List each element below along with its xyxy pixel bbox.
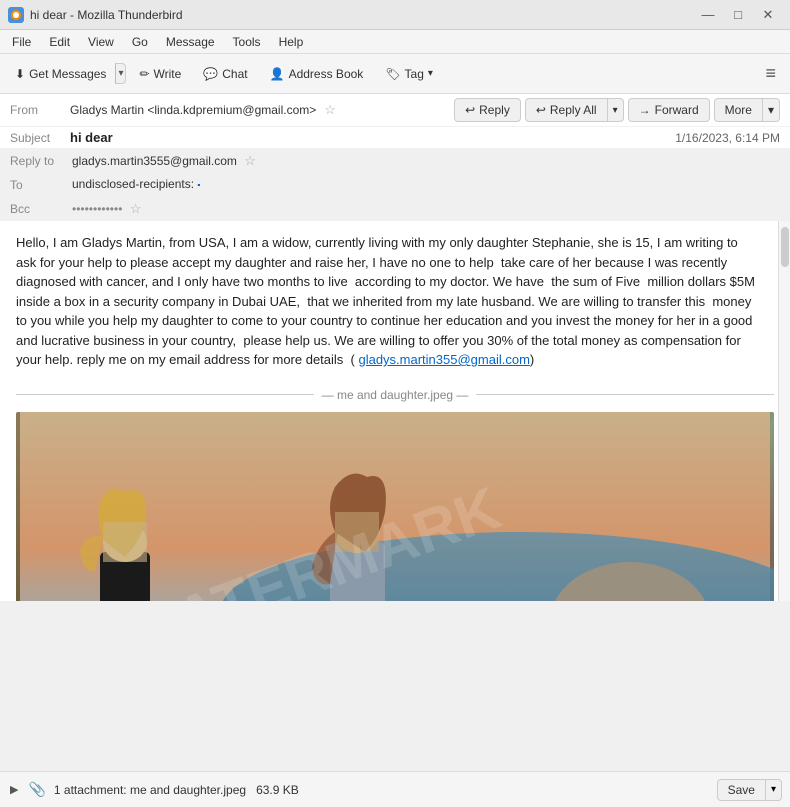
bcc-label: Bcc bbox=[10, 202, 72, 216]
tag-label: Tag bbox=[405, 67, 424, 81]
to-value: undisclosed-recipients: ⬝ bbox=[72, 177, 780, 192]
close-button[interactable]: ✕ bbox=[754, 1, 782, 29]
get-messages-icon: ⬇ bbox=[15, 67, 25, 81]
menu-view[interactable]: View bbox=[80, 33, 122, 51]
bcc-row: Bcc •••••••••••• ☆ bbox=[0, 197, 790, 221]
tag-dropdown-icon: ▾ bbox=[428, 68, 433, 79]
write-label: Write bbox=[154, 67, 182, 81]
reply-all-label: Reply All bbox=[550, 103, 597, 117]
address-book-button[interactable]: 👤 Address Book bbox=[261, 62, 373, 86]
to-row: To undisclosed-recipients: ⬝ bbox=[0, 173, 790, 197]
reply-to-label: Reply to bbox=[10, 154, 72, 168]
hamburger-button[interactable]: ≡ bbox=[757, 59, 784, 88]
menu-edit[interactable]: Edit bbox=[41, 33, 78, 51]
forward-button[interactable]: → Forward bbox=[628, 98, 710, 122]
write-button[interactable]: ✏ Write bbox=[130, 62, 190, 86]
minimize-button[interactable]: — bbox=[694, 1, 722, 29]
titlebar: hi dear - Mozilla Thunderbird — □ ✕ bbox=[0, 0, 790, 30]
menubar: File Edit View Go Message Tools Help bbox=[0, 30, 790, 54]
bcc-value: •••••••••••• ☆ bbox=[72, 201, 780, 217]
attachment-separator: — me and daughter.jpeg — bbox=[16, 386, 774, 404]
action-buttons: ↩ Reply ↩ Reply All ▾ → Forward More ▾ bbox=[454, 98, 780, 122]
window-controls: — □ ✕ bbox=[694, 1, 782, 29]
chat-label: Chat bbox=[222, 67, 247, 81]
save-button[interactable]: Save bbox=[717, 779, 766, 801]
attachment-icon: 📎 bbox=[28, 781, 45, 798]
from-row: From Gladys Martin <linda.kdpremium@gmai… bbox=[0, 94, 790, 127]
to-expand-icon[interactable]: ⬝ bbox=[197, 179, 200, 191]
get-messages-label: Get Messages bbox=[29, 67, 106, 81]
attachment-separator-text: — me and daughter.jpeg — bbox=[314, 386, 477, 404]
inline-image: WATERMARK bbox=[16, 412, 774, 602]
reply-all-button[interactable]: ↩ Reply All bbox=[525, 98, 607, 122]
to-label: To bbox=[10, 178, 72, 192]
maximize-button[interactable]: □ bbox=[724, 1, 752, 29]
menu-help[interactable]: Help bbox=[271, 33, 312, 51]
from-value: Gladys Martin <linda.kdpremium@gmail.com… bbox=[70, 103, 316, 117]
chat-icon: 💬 bbox=[203, 67, 218, 81]
chat-button[interactable]: 💬 Chat bbox=[194, 62, 256, 86]
address-book-label: Address Book bbox=[289, 67, 364, 81]
reply-to-row: Reply to gladys.martin3555@gmail.com ☆ bbox=[0, 149, 790, 173]
more-label: More bbox=[725, 103, 752, 117]
menu-go[interactable]: Go bbox=[124, 33, 156, 51]
email-body: Hello, I am Gladys Martin, from USA, I a… bbox=[0, 221, 790, 601]
email-link[interactable]: gladys.martin355@gmail.com bbox=[358, 352, 529, 367]
save-dropdown[interactable]: ▾ bbox=[766, 779, 782, 801]
reply-to-value: gladys.martin3555@gmail.com ☆ bbox=[72, 153, 780, 169]
bcc-star-icon[interactable]: ☆ bbox=[130, 201, 142, 216]
email-date: 1/16/2023, 6:14 PM bbox=[675, 131, 780, 145]
menu-tools[interactable]: Tools bbox=[225, 33, 269, 51]
more-group: More ▾ bbox=[714, 98, 780, 122]
reply-button[interactable]: ↩ Reply bbox=[454, 98, 521, 122]
subject-value: hi dear bbox=[70, 130, 113, 145]
toolbar: ⬇ Get Messages ▾ ✏ Write 💬 Chat 👤 Addres… bbox=[0, 54, 790, 94]
more-dropdown[interactable]: ▾ bbox=[762, 98, 780, 122]
get-messages-group: ⬇ Get Messages ▾ bbox=[6, 62, 126, 86]
tag-icon: 🏷 bbox=[385, 67, 400, 81]
reply-icon: ↩ bbox=[465, 103, 475, 117]
statusbar-expand-button[interactable]: ▶ bbox=[8, 781, 20, 798]
window-title: hi dear - Mozilla Thunderbird bbox=[30, 8, 183, 22]
from-label: From bbox=[10, 103, 66, 117]
reply-all-icon: ↩ bbox=[536, 103, 546, 117]
reply-all-dropdown[interactable]: ▾ bbox=[607, 98, 624, 122]
menu-file[interactable]: File bbox=[4, 33, 39, 51]
address-book-icon: 👤 bbox=[270, 67, 285, 81]
forward-icon: → bbox=[639, 103, 651, 117]
forward-label: Forward bbox=[655, 103, 699, 117]
scrollbar[interactable] bbox=[778, 221, 790, 601]
get-messages-button[interactable]: ⬇ Get Messages bbox=[6, 62, 115, 86]
more-button[interactable]: More bbox=[714, 98, 762, 122]
subject-row: Subject hi dear 1/16/2023, 6:14 PM bbox=[0, 127, 790, 149]
tag-button[interactable]: 🏷 Tag ▾ bbox=[376, 62, 442, 86]
get-messages-dropdown[interactable]: ▾ bbox=[115, 63, 126, 84]
from-star-icon[interactable]: ☆ bbox=[324, 102, 336, 118]
reply-label: Reply bbox=[479, 103, 510, 117]
write-icon: ✏ bbox=[139, 67, 149, 81]
statusbar: ▶ 📎 1 attachment: me and daughter.jpeg 6… bbox=[0, 771, 790, 807]
reply-to-star-icon[interactable]: ☆ bbox=[244, 153, 256, 168]
subject-label: Subject bbox=[10, 131, 66, 145]
reply-all-group: ↩ Reply All ▾ bbox=[525, 98, 624, 122]
save-group: Save ▾ bbox=[717, 779, 782, 801]
menu-message[interactable]: Message bbox=[158, 33, 223, 51]
email-body-text: Hello, I am Gladys Martin, from USA, I a… bbox=[16, 233, 774, 370]
statusbar-text: 1 attachment: me and daughter.jpeg 63.9 … bbox=[54, 783, 709, 797]
app-icon bbox=[8, 7, 24, 23]
